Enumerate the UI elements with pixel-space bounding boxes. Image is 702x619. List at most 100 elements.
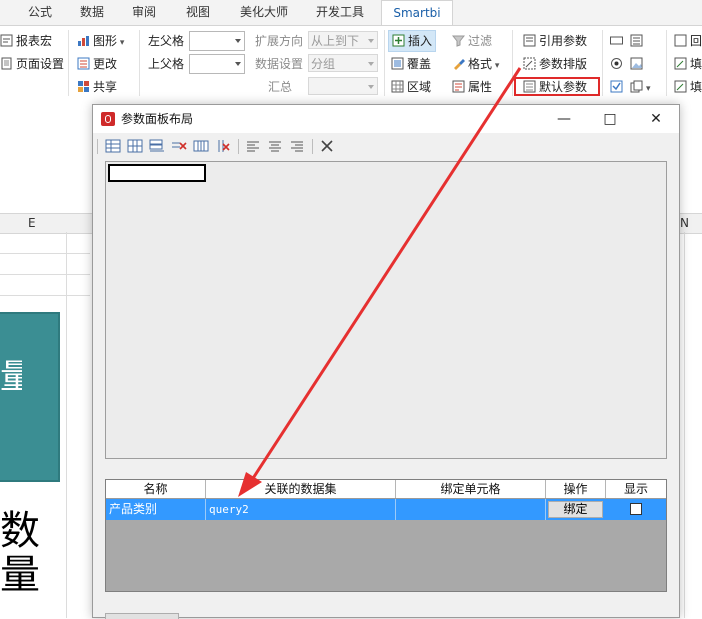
share-icon	[77, 79, 90, 92]
row-dataset-cell[interactable]: query2	[206, 499, 396, 520]
dialog-toolbar	[93, 134, 679, 158]
textbox-control-button[interactable]	[610, 31, 626, 51]
fill-back-button[interactable]: 回	[674, 31, 702, 51]
top-parent-select[interactable]	[189, 54, 245, 74]
grid-header-row: 名称 关联的数据集 绑定单元格 操作 显示	[106, 480, 666, 499]
dialog-titlebar[interactable]: 参数面板布局 — □ ✕	[93, 105, 679, 133]
checkbox-control-button[interactable]	[610, 77, 626, 97]
dialog-title: 参数面板布局	[121, 112, 194, 126]
insert-icon	[392, 33, 405, 47]
update-button[interactable]: 更改	[77, 54, 117, 74]
maximize-button[interactable]: □	[587, 105, 633, 133]
header-bound-cell: 绑定单元格	[396, 480, 546, 498]
delete-icon[interactable]	[319, 138, 335, 154]
delete-row-icon[interactable]	[171, 138, 187, 154]
insert-button[interactable]: 插入	[388, 30, 437, 52]
page-setup-icon	[0, 56, 13, 70]
ribbon-body: 报表宏 页面设置 图形 ▾ 更改 共享 左父格 上父格 扩展方向 从上到下 数据…	[0, 25, 702, 102]
toolbar-separator	[238, 139, 239, 154]
ribbon-separator	[666, 30, 667, 96]
tab-view[interactable]: 视图	[176, 0, 220, 25]
chevron-down-icon	[235, 62, 241, 66]
fill-icon	[674, 33, 687, 47]
chart-button[interactable]: 图形 ▾	[77, 31, 124, 51]
image-control-button[interactable]	[630, 54, 646, 74]
table-row[interactable]: 产品类别 query2 绑定	[106, 499, 666, 520]
layout-cell[interactable]	[108, 164, 206, 182]
chevron-down-icon	[235, 39, 241, 43]
filter-icon	[451, 33, 466, 47]
overwrite-button[interactable]: 覆盖	[391, 54, 431, 74]
param-layout-button[interactable]: 参数排版	[523, 54, 587, 74]
tab-smartbi[interactable]: Smartbi	[381, 0, 453, 26]
tab-developer[interactable]: 开发工具	[308, 0, 372, 25]
left-parent-select[interactable]	[189, 31, 245, 51]
data-setting-select[interactable]: 分组	[308, 54, 378, 72]
copy-control-button[interactable]: ▾	[630, 77, 651, 97]
list-control-button[interactable]	[630, 31, 646, 51]
textbox-icon	[610, 33, 623, 46]
ribbon-separator	[512, 30, 513, 96]
left-parent-label: 左父格	[148, 34, 185, 48]
ref-param-icon	[523, 33, 536, 47]
ribbon-separator	[384, 30, 385, 96]
fill-rule-button[interactable]: 填	[674, 77, 702, 97]
dialog-bottom-button[interactable]	[105, 613, 179, 619]
bind-button[interactable]: 绑定	[548, 501, 603, 518]
format-brush-icon	[452, 56, 465, 70]
align-left-icon[interactable]	[245, 138, 261, 154]
radio-control-button[interactable]	[610, 54, 626, 74]
fill-report-button[interactable]: 填	[674, 54, 702, 74]
tab-beautify[interactable]: 美化大师	[232, 0, 296, 25]
expand-direction-select[interactable]: 从上到下	[308, 31, 378, 49]
minimize-button[interactable]: —	[541, 105, 587, 133]
align-right-icon[interactable]	[289, 138, 305, 154]
split-column-icon[interactable]	[193, 138, 209, 154]
teal-header-cell[interactable]	[0, 312, 60, 482]
properties-icon	[452, 79, 465, 93]
update-icon	[77, 56, 90, 70]
data-setting-label: 数据设置	[255, 57, 304, 71]
close-button[interactable]: ✕	[633, 105, 679, 133]
report-macro-button[interactable]: 报表宏	[0, 31, 52, 51]
tab-formula[interactable]: 公式	[18, 0, 62, 25]
area-button[interactable]: 区域	[391, 77, 431, 97]
row-bound-cell[interactable]	[396, 499, 546, 520]
page-setup-button[interactable]: 页面设置	[0, 54, 64, 74]
delete-column-icon[interactable]	[215, 138, 231, 154]
tab-data[interactable]: 数据	[70, 0, 114, 25]
chevron-down-icon	[368, 62, 374, 66]
column-e-header[interactable]: E	[28, 214, 36, 233]
tab-review[interactable]: 审阅	[122, 0, 166, 25]
fill-icon	[674, 56, 687, 70]
insert-row-icon[interactable]	[105, 138, 121, 154]
insert-cell-icon[interactable]	[149, 138, 165, 154]
grid-line	[0, 295, 90, 296]
ribbon-tabs: 公式 数据 审阅 视图 美化大师 开发工具 Smartbi	[0, 0, 702, 26]
summary-select[interactable]	[308, 77, 378, 95]
show-checkbox[interactable]	[630, 503, 642, 515]
ref-param-button[interactable]: 引用参数	[523, 31, 587, 51]
grid-line	[0, 253, 90, 254]
row-name-cell[interactable]: 产品类别	[106, 499, 206, 520]
expand-direction-label: 扩展方向	[255, 34, 304, 48]
properties-button[interactable]: 属性	[452, 77, 492, 97]
column-n-header[interactable]: N	[680, 214, 689, 233]
grid-line	[0, 274, 90, 275]
header-action: 操作	[546, 480, 606, 498]
copy-icon	[630, 79, 643, 93]
align-center-icon[interactable]	[267, 138, 283, 154]
layout-canvas[interactable]	[105, 161, 667, 459]
insert-column-icon[interactable]	[127, 138, 143, 154]
list-icon	[630, 33, 643, 47]
filter-button[interactable]: 过滤	[451, 31, 492, 51]
header-show: 显示	[623, 482, 648, 496]
param-layout-icon	[523, 56, 536, 70]
format-button[interactable]: 格式 ▾	[452, 54, 499, 74]
image-icon	[630, 56, 643, 70]
param-layout-highlight	[514, 77, 600, 96]
grid-line	[684, 232, 685, 618]
teal-header-text: 量	[0, 359, 22, 395]
area-icon	[391, 79, 404, 93]
share-button[interactable]: 共享	[77, 77, 117, 97]
